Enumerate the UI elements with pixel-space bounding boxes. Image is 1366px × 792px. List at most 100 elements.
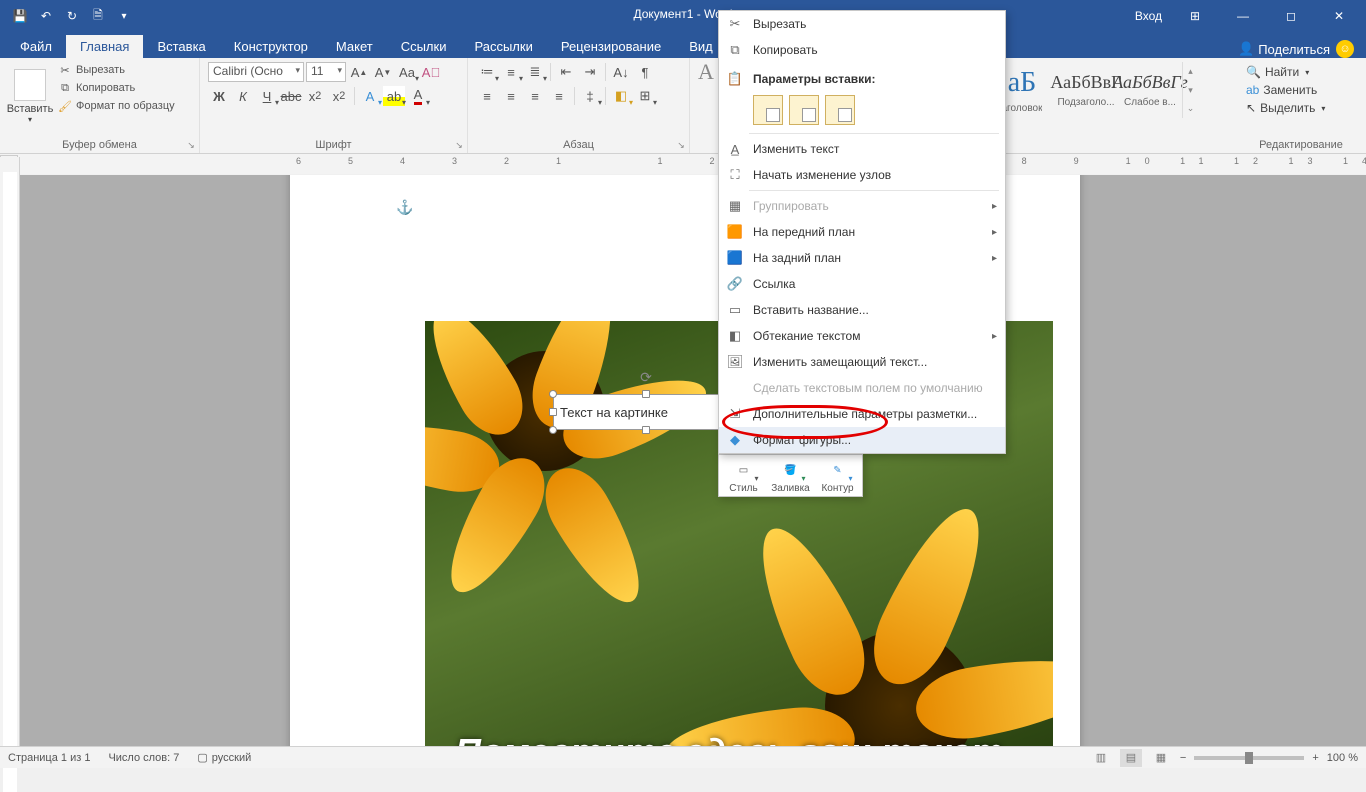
resize-handle[interactable]	[549, 408, 557, 416]
bullets-icon[interactable]: ≔	[476, 62, 498, 82]
zoom-slider[interactable]	[1194, 756, 1304, 760]
change-case-icon[interactable]: Aa	[396, 62, 418, 82]
paragraph-dialog-icon[interactable]: ↘	[675, 139, 687, 151]
redo-icon[interactable]: ↻	[60, 4, 84, 28]
view-print-icon[interactable]: ▤	[1120, 749, 1142, 767]
ctx-send-back[interactable]: 🟦На задний план▸	[719, 245, 1005, 271]
superscript-icon[interactable]: x2	[328, 86, 350, 106]
mini-outline-button[interactable]: ✎▾Контур	[818, 459, 858, 494]
format-painter-button[interactable]: 🖌Формат по образцу	[56, 98, 177, 114]
rotate-handle-icon[interactable]: ⟳	[640, 369, 652, 386]
grow-font-icon[interactable]: A▲	[348, 62, 370, 82]
view-web-icon[interactable]: ▦	[1150, 749, 1172, 767]
ctx-edit-text[interactable]: A̲Изменить текст	[719, 136, 1005, 162]
clipboard-dialog-icon[interactable]: ↘	[185, 139, 197, 151]
view-read-icon[interactable]: ▥	[1090, 749, 1112, 767]
close-icon[interactable]: ✕	[1316, 0, 1362, 32]
save-icon[interactable]: 💾	[8, 4, 32, 28]
ctx-text-wrap[interactable]: ◧Обтекание текстом▸	[719, 323, 1005, 349]
horizontal-ruler[interactable]: L 6 5 4 3 2 1 1 2 3 4 5 6 7 8 9 10 11 12…	[0, 154, 1366, 174]
status-word-count[interactable]: Число слов: 7	[108, 752, 179, 764]
copy-button[interactable]: ⧉Копировать	[56, 80, 177, 96]
underline-icon[interactable]: Ч	[256, 86, 278, 106]
style-card-emphasis[interactable]: АаБбВвГгСлабое в...	[1118, 62, 1182, 118]
minimize-icon[interactable]: ―	[1220, 0, 1266, 32]
styles-scroll[interactable]: ▴▾⌄	[1182, 62, 1198, 118]
paste-button[interactable]: Вставить ▾	[8, 62, 52, 130]
tab-review[interactable]: Рецензирование	[547, 35, 675, 58]
paste-picture-icon[interactable]	[825, 95, 855, 125]
zoom-out-icon[interactable]: −	[1180, 752, 1186, 764]
undo-icon[interactable]: ↶	[34, 4, 58, 28]
find-button[interactable]: 🔍Найти▾	[1244, 64, 1327, 80]
textbox-content[interactable]: Текст на картинке	[560, 405, 668, 420]
paste-merge-icon[interactable]	[789, 95, 819, 125]
ctx-format-shape[interactable]: ◆Формат фигуры...	[719, 427, 1005, 453]
qat-dropdown-icon[interactable]: ▾	[112, 4, 136, 28]
tab-design[interactable]: Конструктор	[220, 35, 322, 58]
new-doc-icon[interactable]: 🗎	[86, 4, 110, 28]
strike-icon[interactable]: abc	[280, 86, 302, 106]
ctx-bring-front[interactable]: 🟧На передний план▸	[719, 219, 1005, 245]
justify-icon[interactable]: ≡	[548, 86, 570, 106]
status-page[interactable]: Страница 1 из 1	[8, 752, 90, 764]
document-area[interactable]: ⚓ Поместите здесь ваш текст Текст на кар…	[20, 175, 1366, 746]
resize-handle[interactable]	[642, 390, 650, 398]
tab-layout[interactable]: Макет	[322, 35, 387, 58]
login-link[interactable]: Вход	[1135, 9, 1162, 23]
font-color-icon[interactable]: A	[407, 86, 429, 106]
increase-indent-icon[interactable]: ⇥	[579, 62, 601, 82]
tab-file[interactable]: Файл	[6, 35, 66, 58]
zoom-level[interactable]: 100 %	[1327, 752, 1358, 764]
align-center-icon[interactable]: ≡	[500, 86, 522, 106]
tab-home[interactable]: Главная	[66, 35, 143, 58]
tab-references[interactable]: Ссылки	[387, 35, 461, 58]
share-button[interactable]: 👤Поделиться	[1238, 41, 1330, 57]
mini-style-button[interactable]: ▭▾Стиль	[724, 459, 764, 494]
ctx-edit-alt[interactable]: 🖼Изменить замещающий текст...	[719, 349, 1005, 375]
tab-insert[interactable]: Вставка	[143, 35, 219, 58]
tab-mailings[interactable]: Рассылки	[460, 35, 546, 58]
ctx-cut[interactable]: ✂Вырезать	[719, 11, 1005, 37]
clear-format-icon[interactable]: A⃠	[420, 62, 442, 82]
style-card-subtitle[interactable]: АаБбВвГПодзаголо...	[1054, 62, 1118, 118]
resize-handle[interactable]	[642, 426, 650, 434]
feedback-icon[interactable]: ☺	[1336, 40, 1354, 58]
subscript-icon[interactable]: x2	[304, 86, 326, 106]
align-right-icon[interactable]: ≡	[524, 86, 546, 106]
font-name-combo[interactable]: Calibri (Осно	[208, 62, 304, 82]
numbering-icon[interactable]: ≡	[500, 62, 522, 82]
sort-icon[interactable]: A↓	[610, 62, 632, 82]
ctx-link[interactable]: 🔗Ссылка	[719, 271, 1005, 297]
show-marks-icon[interactable]: ¶	[634, 62, 656, 82]
shading-icon[interactable]: ◧	[610, 86, 632, 106]
zoom-in-icon[interactable]: +	[1312, 752, 1318, 764]
vertical-ruler[interactable]	[0, 157, 20, 746]
textbox-shape[interactable]: Текст на картинке ⟳	[553, 394, 739, 430]
resize-handle[interactable]	[549, 426, 557, 434]
ctx-copy[interactable]: ⧉Копировать	[719, 37, 1005, 63]
borders-icon[interactable]: ⊞	[634, 86, 656, 106]
replace-button[interactable]: abЗаменить	[1244, 82, 1327, 98]
font-size-combo[interactable]: 11	[306, 62, 346, 82]
align-left-icon[interactable]: ≡	[476, 86, 498, 106]
ctx-insert-caption[interactable]: ▭Вставить название...	[719, 297, 1005, 323]
maximize-icon[interactable]: ◻	[1268, 0, 1314, 32]
ctx-more-layout[interactable]: ⇲Дополнительные параметры разметки...	[719, 401, 1005, 427]
select-button[interactable]: ↖Выделить▾	[1244, 100, 1327, 116]
text-effects-icon[interactable]: A	[359, 86, 381, 106]
highlight-icon[interactable]: ab	[383, 86, 405, 106]
font-dialog-icon[interactable]: ↘	[453, 139, 465, 151]
decrease-indent-icon[interactable]: ⇤	[555, 62, 577, 82]
mini-fill-button[interactable]: 🪣▾Заливка	[771, 459, 811, 494]
bold-icon[interactable]: Ж	[208, 86, 230, 106]
paste-keep-format-icon[interactable]	[753, 95, 783, 125]
cut-button[interactable]: ✂Вырезать	[56, 62, 177, 78]
multilevel-icon[interactable]: ≣	[524, 62, 546, 82]
line-spacing-icon[interactable]: ‡	[579, 86, 601, 106]
ctx-edit-nodes[interactable]: ⛶Начать изменение узлов	[719, 162, 1005, 188]
status-language[interactable]: ▢русский	[197, 751, 251, 764]
ribbon-options-icon[interactable]: ⊞	[1172, 0, 1218, 32]
shrink-font-icon[interactable]: A▼	[372, 62, 394, 82]
resize-handle[interactable]	[549, 390, 557, 398]
